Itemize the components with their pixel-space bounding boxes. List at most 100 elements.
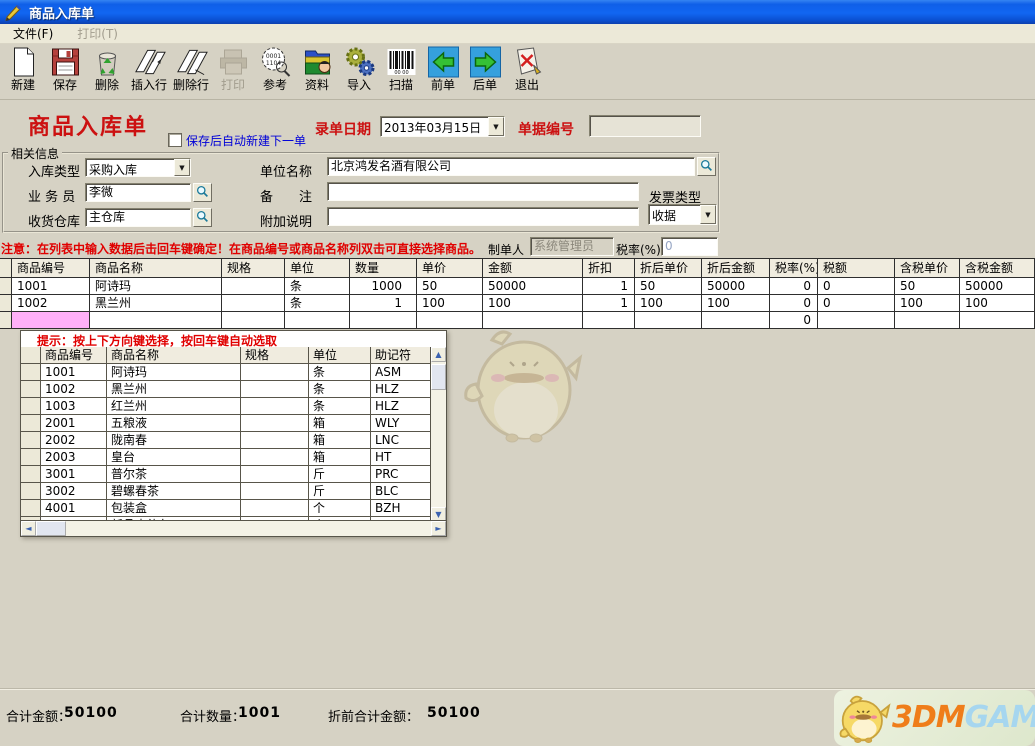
row-selector[interactable]	[0, 312, 12, 329]
scrollbar-thumb[interactable]	[36, 521, 66, 536]
scroll-left-icon[interactable]: ◄	[21, 521, 36, 536]
row-selector[interactable]	[21, 466, 41, 483]
grid-cell[interactable]: 0	[770, 295, 818, 312]
list-cell[interactable]	[241, 381, 309, 398]
grid-cell[interactable]: 1	[583, 295, 635, 312]
toolbar-button-new[interactable]: 新建	[2, 44, 44, 98]
doc-no-input[interactable]	[589, 115, 701, 137]
chevron-down-icon[interactable]: ▼	[700, 205, 716, 224]
list-cell[interactable]: 1001	[41, 364, 107, 381]
grid-cell[interactable]	[350, 312, 417, 329]
grid-cell[interactable]: 100	[635, 295, 702, 312]
salesman-lookup-button[interactable]	[193, 183, 212, 202]
grid-cell[interactable]	[222, 278, 285, 295]
row-selector[interactable]	[21, 483, 41, 500]
grid-cell[interactable]: 1001	[12, 278, 90, 295]
list-cell[interactable]: 1003	[41, 398, 107, 415]
list-cell[interactable]: HLZ	[371, 398, 431, 415]
popup-horizontal-scrollbar[interactable]: ◄ ►	[21, 520, 446, 536]
list-cell[interactable]: WLY	[371, 415, 431, 432]
list-cell[interactable]: 箱	[309, 415, 371, 432]
grid-cell[interactable]	[222, 295, 285, 312]
table-row[interactable]: 1001阿诗玛条1000505000015050000005050000	[0, 278, 1035, 295]
toolbar-button-import[interactable]: 导入	[338, 44, 380, 98]
scroll-right-icon[interactable]: ►	[431, 521, 446, 536]
list-item[interactable]: 2002陇南春箱LNC	[21, 432, 431, 449]
grid-cell[interactable]: 50	[635, 278, 702, 295]
grid-cell[interactable]: 0	[770, 278, 818, 295]
list-item[interactable]: 1002黑兰州 条HLZ	[21, 381, 431, 398]
grid-cell[interactable]	[222, 312, 285, 329]
invoice-type-combobox[interactable]: 收据 ▼	[648, 204, 717, 225]
grid-cell[interactable]: 50	[895, 278, 960, 295]
grid-cell[interactable]	[583, 312, 635, 329]
list-cell[interactable]: 1002	[41, 381, 107, 398]
list-cell[interactable]: 2003	[41, 449, 107, 466]
menu-file[interactable]: 文件(F)	[8, 24, 58, 43]
list-cell[interactable]: 3002	[41, 483, 107, 500]
toolbar-button-exit[interactable]: 退出	[506, 44, 548, 98]
grid-cell[interactable]: 100	[483, 295, 583, 312]
chevron-down-icon[interactable]: ▼	[174, 159, 190, 176]
list-cell[interactable]: 陇南春	[107, 432, 241, 449]
list-cell[interactable]: 普尔茶	[107, 466, 241, 483]
list-cell[interactable]: 斤	[309, 466, 371, 483]
grid-cell[interactable]: 条	[285, 295, 350, 312]
list-cell[interactable]: 包装盒	[107, 500, 241, 517]
list-cell[interactable]: 五粮液	[107, 415, 241, 432]
grid-cell[interactable]: 0	[818, 278, 895, 295]
warehouse-input[interactable]: 主仓库	[85, 208, 191, 227]
grid-cell[interactable]	[895, 312, 960, 329]
grid-cell[interactable]	[635, 312, 702, 329]
grid-cell[interactable]: 1002	[12, 295, 90, 312]
row-selector[interactable]	[21, 415, 41, 432]
grid-cell[interactable]: 0	[818, 295, 895, 312]
list-cell[interactable]: HLZ	[371, 381, 431, 398]
row-selector[interactable]	[21, 347, 41, 364]
entry-date-combobox[interactable]: 2013年03月15日 ▼	[380, 116, 505, 137]
scrollbar-thumb[interactable]	[431, 364, 446, 390]
grid-cell[interactable]: 1	[350, 295, 417, 312]
salesman-input[interactable]: 李微	[85, 183, 191, 202]
toolbar-button-scan[interactable]: 00 00扫描	[380, 44, 422, 98]
remark-input[interactable]	[327, 182, 639, 201]
warehouse-lookup-button[interactable]	[193, 208, 212, 227]
list-cell[interactable]: 皇台	[107, 449, 241, 466]
grid-cell[interactable]	[960, 312, 1035, 329]
toolbar-button-prev-doc[interactable]: 前单	[422, 44, 464, 98]
list-cell[interactable]: 箱	[309, 449, 371, 466]
toolbar-button-delete-row[interactable]: 删除行	[170, 44, 212, 98]
list-item[interactable]: 3001普尔茶斤PRC	[21, 466, 431, 483]
list-item[interactable]: 1003红兰州条HLZ	[21, 398, 431, 415]
list-cell[interactable]	[241, 415, 309, 432]
list-cell[interactable]: 条	[309, 381, 371, 398]
list-cell[interactable]	[241, 449, 309, 466]
grid-cell[interactable]	[90, 312, 222, 329]
grid-cell[interactable]: 黑兰州	[90, 295, 222, 312]
table-row[interactable]: 1002黑兰州条1100100110010000100100	[0, 295, 1035, 312]
grid-cell[interactable]: 100	[702, 295, 770, 312]
grid-cell[interactable]: 阿诗玛	[90, 278, 222, 295]
grid-cell[interactable]: 1000	[350, 278, 417, 295]
list-item[interactable]: 1001阿诗玛条ASM	[21, 364, 431, 381]
list-cell[interactable]: 黑兰州	[107, 381, 241, 398]
list-cell[interactable]	[241, 364, 309, 381]
toolbar-button-insert-row[interactable]: 插入行	[128, 44, 170, 98]
list-cell[interactable]: 箱	[309, 432, 371, 449]
unit-name-lookup-button[interactable]	[697, 157, 716, 176]
grid-cell[interactable]	[285, 312, 350, 329]
list-item[interactable]: 2001五粮液 箱WLY	[21, 415, 431, 432]
list-cell[interactable]: 斤	[309, 483, 371, 500]
list-cell[interactable]: 条	[309, 398, 371, 415]
list-cell[interactable]: 阿诗玛	[107, 364, 241, 381]
row-selector[interactable]	[0, 295, 12, 312]
list-cell[interactable]	[241, 432, 309, 449]
list-cell[interactable]: 2001	[41, 415, 107, 432]
list-cell[interactable]: 碧螺春茶	[107, 483, 241, 500]
row-selector[interactable]	[21, 500, 41, 517]
list-item[interactable]: 4001包装盒个BZH	[21, 500, 431, 517]
list-item[interactable]: 2003皇台箱HT	[21, 449, 431, 466]
toolbar-button-delete[interactable]: 删除	[86, 44, 128, 98]
unit-name-input[interactable]: 北京鸿发名酒有限公司	[327, 157, 695, 176]
auto-new-checkbox[interactable]	[168, 133, 182, 147]
